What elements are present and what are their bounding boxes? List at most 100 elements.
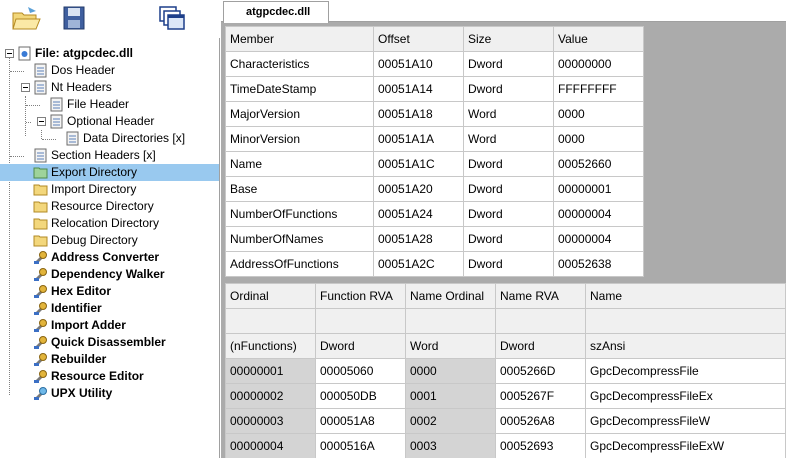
toolbar	[0, 0, 220, 38]
table-spacer-row	[225, 308, 786, 334]
size-cell: Dword	[463, 251, 554, 277]
offset-cell: 00051A1A	[373, 126, 464, 152]
size-cell: Dword	[463, 201, 554, 227]
ordinal-cell: 00000003	[225, 408, 316, 434]
type-header: szAnsi	[585, 333, 786, 359]
tree-item-nt-headers[interactable]: Nt Headers	[0, 79, 219, 96]
tree-item-dependency-walker[interactable]: Dependency Walker	[0, 266, 219, 283]
column-header[interactable]: Name Ordinal	[405, 283, 496, 309]
table-row[interactable]: 00000004 0000516A 0003 00052693 GpcDecom…	[225, 433, 786, 458]
collapse-toggle[interactable]	[5, 49, 14, 58]
column-header[interactable]: Name RVA	[495, 283, 586, 309]
value-cell[interactable]: 0000	[553, 126, 644, 152]
empty-header-cell	[585, 308, 786, 334]
folder-icon	[33, 199, 48, 214]
column-header[interactable]: Ordinal	[225, 283, 316, 309]
value-cell[interactable]: 00052660	[553, 151, 644, 177]
tree-item-label: File: atgpcdec.dll	[35, 46, 134, 60]
tab-atgpcdec[interactable]: atgpcdec.dll	[223, 1, 329, 23]
value-cell[interactable]: 00052638	[553, 251, 644, 277]
name-cell[interactable]: GpcDecompressFileEx	[585, 383, 786, 409]
member-cell: TimeDateStamp	[225, 76, 374, 102]
name-cell[interactable]: GpcDecompressFileW	[585, 408, 786, 434]
column-header[interactable]: Name	[585, 283, 786, 309]
name-ordinal-cell: 0002	[405, 408, 496, 434]
table-row[interactable]: MajorVersion 00051A18 Word 0000	[225, 101, 644, 127]
table-row[interactable]: TimeDateStamp 00051A14 Dword FFFFFFFF	[225, 76, 644, 102]
value-cell[interactable]: 0000	[553, 101, 644, 127]
column-header[interactable]: Function RVA	[315, 283, 406, 309]
tool-icon	[33, 267, 48, 282]
page-icon	[49, 97, 64, 112]
tree-item-resource-directory[interactable]: Resource Directory	[0, 198, 219, 215]
tool-icon	[33, 284, 48, 299]
tree-item-data-directories[interactable]: Data Directories [x]	[0, 130, 219, 147]
page-icon	[33, 63, 48, 78]
tree-item-quick-disassembler[interactable]: Quick Disassembler	[0, 334, 219, 351]
column-header[interactable]: Offset	[373, 26, 464, 52]
tree-item-upx-utility[interactable]: UPX Utility	[0, 385, 219, 402]
tool-icon	[33, 250, 48, 265]
tool-icon	[33, 301, 48, 316]
name-rva-cell[interactable]: 0005267F	[495, 383, 586, 409]
tree-item-dos-header[interactable]: Dos Header	[0, 62, 219, 79]
table-row[interactable]: Base 00051A20 Dword 00000001	[225, 176, 644, 202]
type-header: Word	[405, 333, 496, 359]
table-row[interactable]: AddressOfFunctions 00051A2C Dword 000526…	[225, 251, 644, 277]
table-row[interactable]: 00000001 00005060 0000 0005266D GpcDecom…	[225, 358, 786, 384]
tree-item-import-directory[interactable]: Import Directory	[0, 181, 219, 198]
collapse-toggle[interactable]	[37, 117, 46, 126]
collapse-toggle[interactable]	[21, 83, 30, 92]
column-header[interactable]: Value	[553, 26, 644, 52]
tool-icon	[33, 369, 48, 384]
table-row[interactable]: 00000002 000050DB 0001 0005267F GpcDecom…	[225, 383, 786, 409]
value-cell[interactable]: FFFFFFFF	[553, 76, 644, 102]
tree-item-section-headers[interactable]: Section Headers [x]	[0, 147, 219, 164]
tree-item-label: Relocation Directory	[51, 216, 160, 230]
value-cell[interactable]: 00000004	[553, 201, 644, 227]
tree-item-file[interactable]: File: atgpcdec.dll	[0, 45, 219, 62]
tree-item-identifier[interactable]: Identifier	[0, 300, 219, 317]
open-icon	[12, 7, 41, 30]
value-cell[interactable]: 00000004	[553, 226, 644, 252]
function-rva-cell[interactable]: 00005060	[315, 358, 406, 384]
size-cell: Dword	[463, 51, 554, 77]
column-header[interactable]: Member	[225, 26, 374, 52]
save-button[interactable]	[58, 3, 90, 33]
open-button[interactable]	[10, 3, 42, 33]
name-rva-cell[interactable]: 00052693	[495, 433, 586, 458]
function-rva-cell[interactable]: 000051A8	[315, 408, 406, 434]
value-cell[interactable]: 00000001	[553, 176, 644, 202]
table-row[interactable]: 00000003 000051A8 0002 000526A8 GpcDecom…	[225, 408, 786, 434]
name-rva-cell[interactable]: 0005266D	[495, 358, 586, 384]
name-rva-cell[interactable]: 000526A8	[495, 408, 586, 434]
offset-cell: 00051A18	[373, 101, 464, 127]
tree-item-label: Dependency Walker	[51, 267, 165, 281]
page-icon	[49, 114, 64, 129]
table-row[interactable]: Name 00051A1C Dword 00052660	[225, 151, 644, 177]
table-row[interactable]: MinorVersion 00051A1A Word 0000	[225, 126, 644, 152]
name-cell[interactable]: GpcDecompressFileExW	[585, 433, 786, 458]
function-rva-cell[interactable]: 000050DB	[315, 383, 406, 409]
column-header[interactable]: Size	[463, 26, 554, 52]
tree-item-relocation-directory[interactable]: Relocation Directory	[0, 215, 219, 232]
tree-item-import-adder[interactable]: Import Adder	[0, 317, 219, 334]
value-cell[interactable]: 00000000	[553, 51, 644, 77]
tree-item-export-directory[interactable]: Export Directory	[0, 164, 219, 181]
tree-item-address-converter[interactable]: Address Converter	[0, 249, 219, 266]
tree-item-rebuilder[interactable]: Rebuilder	[0, 351, 219, 368]
tree-item-resource-editor[interactable]: Resource Editor	[0, 368, 219, 385]
tree-item-hex-editor[interactable]: Hex Editor	[0, 283, 219, 300]
offset-cell: 00051A14	[373, 76, 464, 102]
table-row[interactable]: NumberOfFunctions 00051A24 Dword 0000000…	[225, 201, 644, 227]
name-cell[interactable]: GpcDecompressFile	[585, 358, 786, 384]
ordinal-cell: 00000002	[225, 383, 316, 409]
tool-icon	[33, 352, 48, 367]
windows-button[interactable]	[156, 3, 188, 33]
tree-item-debug-directory[interactable]: Debug Directory	[0, 232, 219, 249]
table-row[interactable]: NumberOfNames 00051A28 Dword 00000004	[225, 226, 644, 252]
function-rva-cell[interactable]: 0000516A	[315, 433, 406, 458]
table-row[interactable]: Characteristics 00051A10 Dword 00000000	[225, 51, 644, 77]
tree-item-optional-header[interactable]: Optional Header	[0, 113, 219, 130]
tree-item-file-header[interactable]: File Header	[0, 96, 219, 113]
